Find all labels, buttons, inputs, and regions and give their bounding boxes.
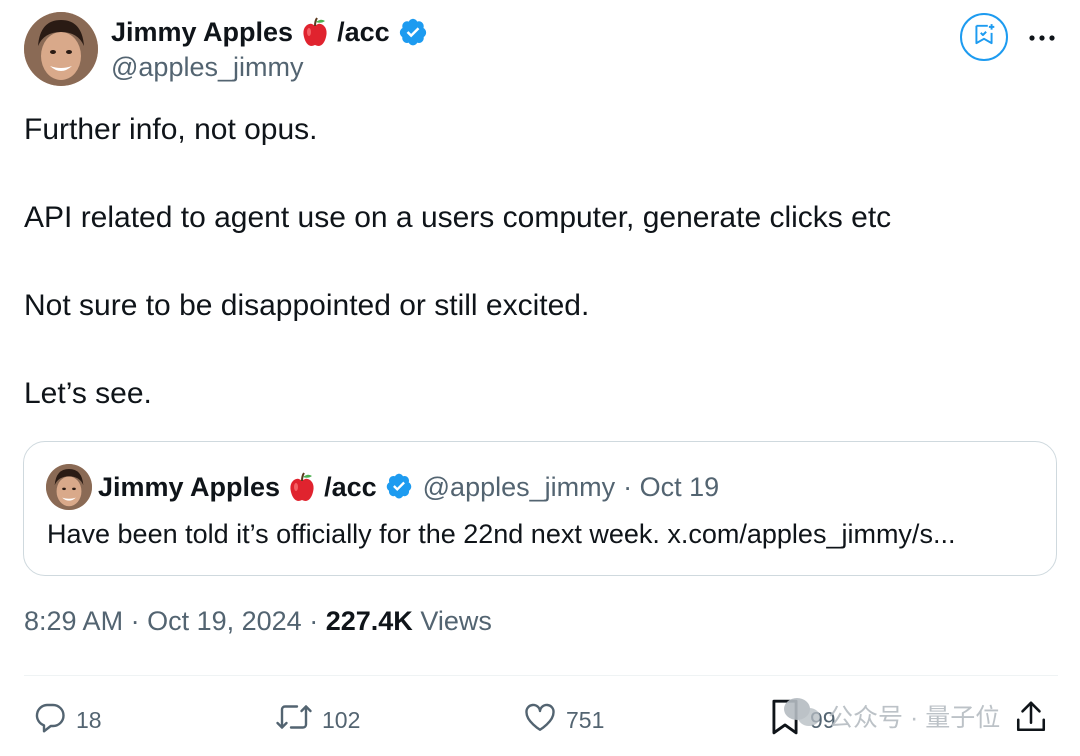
quoted-author-name: Jimmy Apples [98, 471, 281, 502]
retweet-icon [274, 699, 314, 741]
verified-badge-icon [398, 17, 428, 47]
share-icon [1014, 698, 1048, 742]
author-name-suffix: /acc [337, 16, 390, 47]
tweet-paragraph: Not sure to be disappointed or still exc… [24, 289, 590, 322]
retweet-button[interactable]: 102 [274, 696, 360, 744]
reply-button[interactable]: 18 [32, 696, 102, 744]
like-button[interactable]: 751 [522, 696, 604, 744]
grok-icon [971, 22, 997, 53]
author-name-row: Jimmy Apples /acc [111, 14, 428, 50]
quoted-tweet[interactable]: Jimmy Apples /acc @apples_jimmy · Oct 19… [23, 441, 1057, 576]
meta-separator: · [130, 606, 140, 636]
author-name[interactable]: Jimmy Apples [111, 17, 293, 48]
retweet-count: 102 [322, 706, 361, 733]
tweet-date[interactable]: Oct 19, 2024 [147, 606, 302, 636]
views-label: Views [420, 606, 492, 636]
meta-separator: · [309, 606, 319, 636]
red-apple-icon [288, 472, 316, 502]
tweet-paragraph: Further info, not opus. [24, 113, 318, 146]
grok-button[interactable] [960, 13, 1008, 61]
reply-count: 18 [76, 706, 102, 733]
heart-icon [522, 699, 558, 741]
tweet-paragraph: Let’s see. [24, 377, 152, 410]
author-avatar[interactable] [24, 12, 98, 86]
wechat-icon [782, 696, 822, 737]
more-button[interactable] [1022, 22, 1062, 54]
quoted-author-handle: @apples_jimmy [422, 471, 616, 502]
quoted-author-avatar [46, 464, 92, 510]
watermark: 公众号 · 量子位 [782, 694, 1000, 738]
divider [24, 675, 1058, 676]
views-count: 227.4K [325, 606, 413, 636]
quoted-text: Have been told it’s officially for the 2… [47, 519, 956, 549]
share-button[interactable] [1014, 696, 1048, 744]
more-icon [1028, 29, 1056, 47]
tweet-time[interactable]: 8:29 AM [24, 606, 123, 636]
reply-icon [32, 699, 68, 741]
tweet-text: Further info, not opus. API related to a… [24, 108, 1054, 460]
verified-badge-icon [385, 472, 415, 502]
quoted-header: Jimmy Apples /acc @apples_jimmy · Oct 19 [98, 468, 719, 506]
like-count: 751 [566, 706, 605, 733]
red-apple-icon [301, 17, 329, 47]
tweet-meta: 8:29 AM · Oct 19, 2024 · 227.4K Views [24, 606, 492, 637]
tweet-paragraph: API related to agent use on a users comp… [24, 201, 892, 234]
author-handle[interactable]: @apples_jimmy [111, 52, 303, 83]
quoted-date: · Oct 19 [623, 471, 720, 502]
quoted-author-suffix: /acc [324, 471, 377, 502]
watermark-text: 公众号 · 量子位 [828, 704, 1001, 732]
